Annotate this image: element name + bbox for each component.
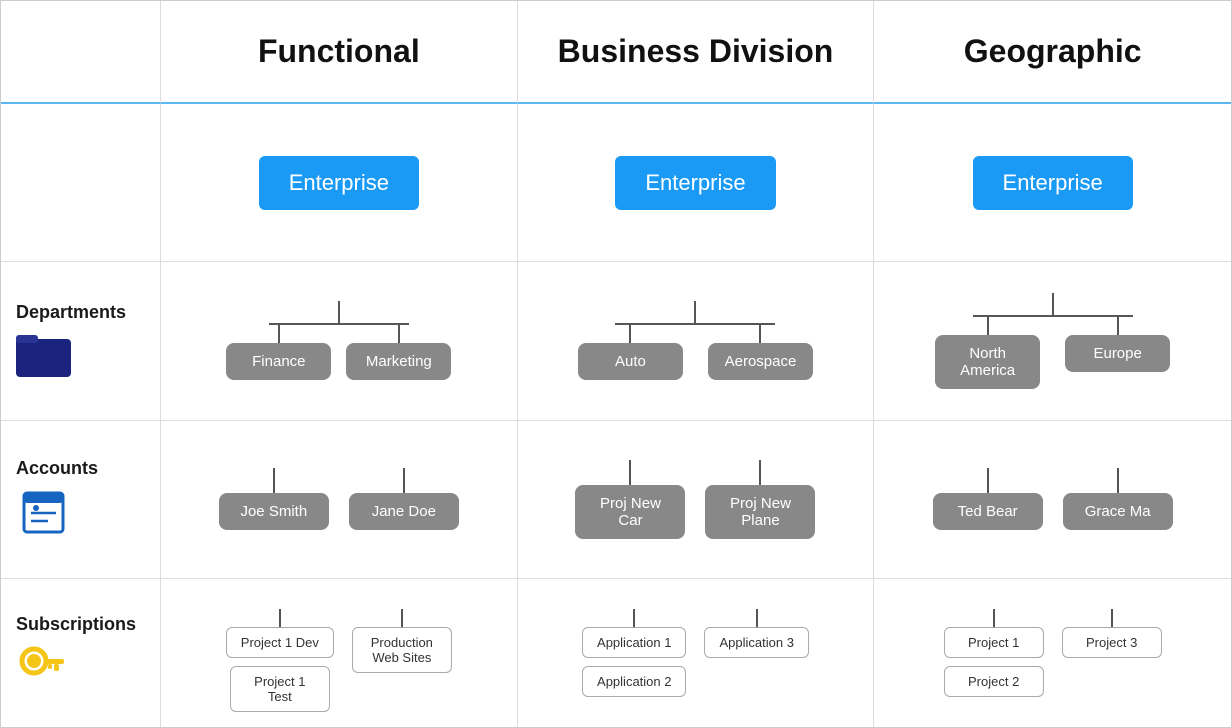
business-departments-cell: Auto Aerospace xyxy=(518,262,875,420)
account-joe-smith: Joe Smith xyxy=(219,493,329,530)
departments-label-cell: Departments xyxy=(1,262,161,420)
dept-north-america: NorthAmerica xyxy=(935,335,1040,389)
dept-marketing: Marketing xyxy=(346,343,451,380)
functional-title: Functional xyxy=(258,33,420,70)
functional-enterprise-cell: Enterprise xyxy=(161,104,518,262)
header-functional: Functional xyxy=(161,1,518,104)
dept-finance: Finance xyxy=(226,343,331,380)
functional-subscriptions-cell: Project 1 Dev Project 1Test ProductionWe… xyxy=(161,579,518,727)
geographic-enterprise-box: Enterprise xyxy=(973,156,1133,210)
folder-icon xyxy=(16,329,71,379)
accounts-label: Accounts xyxy=(16,458,98,479)
accounts-label-cell: Accounts xyxy=(1,421,161,579)
enterprise-label-cell xyxy=(1,104,161,262)
accounts-icon xyxy=(16,485,71,540)
geographic-subscriptions-cell: Project 1 Project 2 Project 3 xyxy=(874,579,1231,727)
geographic-enterprise-cell: Enterprise xyxy=(874,104,1231,262)
top-left-cell xyxy=(1,1,161,104)
business-enterprise-box: Enterprise xyxy=(615,156,775,210)
geographic-accounts-cell: Ted Bear Grace Ma xyxy=(874,421,1231,579)
sub-app2: Application 2 xyxy=(582,666,686,697)
business-subscriptions-cell: Application 1 Application 2 Application … xyxy=(518,579,875,727)
departments-label: Departments xyxy=(16,302,126,323)
sub-geo-proj2: Project 2 xyxy=(944,666,1044,697)
business-enterprise-cell: Enterprise xyxy=(518,104,875,262)
functional-enterprise-box: Enterprise xyxy=(259,156,419,210)
dept-auto: Auto xyxy=(578,343,683,380)
key-icon xyxy=(16,641,66,691)
header-business: Business Division xyxy=(518,1,875,104)
sub-prod-web: ProductionWeb Sites xyxy=(352,627,452,673)
dept-aerospace: Aerospace xyxy=(708,343,813,380)
header-geographic: Geographic xyxy=(874,1,1231,104)
account-proj-new-car: Proj NewCar xyxy=(575,485,685,539)
sub-app3: Application 3 xyxy=(704,627,808,658)
business-title: Business Division xyxy=(558,33,834,70)
sub-geo-proj1: Project 1 xyxy=(944,627,1044,658)
account-jane-doe: Jane Doe xyxy=(349,493,459,530)
account-proj-new-plane: Proj NewPlane xyxy=(705,485,815,539)
account-ted-bear: Ted Bear xyxy=(933,493,1043,530)
geographic-departments-cell: NorthAmerica Europe xyxy=(874,262,1231,420)
geographic-title: Geographic xyxy=(964,33,1142,70)
subscriptions-label-cell: Subscriptions xyxy=(1,579,161,727)
sub-geo-proj3: Project 3 xyxy=(1062,627,1162,658)
sub-app1: Application 1 xyxy=(582,627,686,658)
dept-europe: Europe xyxy=(1065,335,1170,372)
sub-proj1-test: Project 1Test xyxy=(230,666,330,712)
diagram: Functional Business Division Geographic … xyxy=(0,0,1232,728)
subscriptions-label: Subscriptions xyxy=(16,614,136,635)
functional-departments-cell: Finance Marketing xyxy=(161,262,518,420)
functional-accounts-cell: Joe Smith Jane Doe xyxy=(161,421,518,579)
business-accounts-cell: Proj NewCar Proj NewPlane xyxy=(518,421,875,579)
sub-proj1-dev: Project 1 Dev xyxy=(226,627,334,658)
account-grace-ma: Grace Ma xyxy=(1063,493,1173,530)
